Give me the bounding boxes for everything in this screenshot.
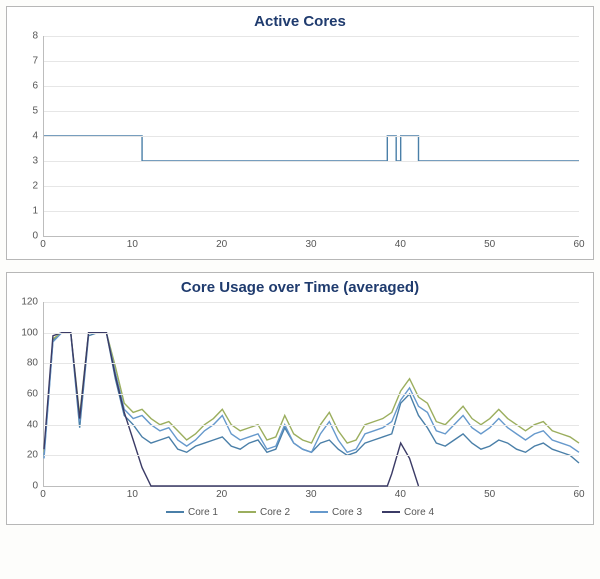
y-tick-label: 7: [32, 56, 44, 67]
chart-title: Core Usage over Time (averaged): [15, 279, 585, 296]
gridline: [44, 86, 579, 87]
plot-area-2: 020406080100120: [43, 302, 579, 487]
y-tick-label: 6: [32, 81, 44, 92]
x-tick-label: 30: [305, 489, 316, 500]
legend-swatch: [166, 511, 184, 513]
x-tick-label: 30: [305, 239, 316, 250]
gridline: [44, 136, 579, 137]
gridline: [44, 363, 579, 364]
legend-swatch: [382, 511, 400, 513]
x-tick-label: 20: [216, 239, 227, 250]
y-tick-label: 1: [32, 206, 44, 217]
y-tick-label: 60: [27, 389, 44, 400]
gridline: [44, 36, 579, 37]
series-line: [44, 333, 579, 453]
x-tick-label: 40: [395, 489, 406, 500]
gridline: [44, 211, 579, 212]
legend: Core 1 Core 2 Core 3 Core 4: [15, 507, 585, 518]
x-tick-label: 0: [40, 489, 46, 500]
series-line: [44, 136, 579, 161]
x-tick-label: 50: [484, 489, 495, 500]
gridline: [44, 302, 579, 303]
series-line: [44, 333, 419, 486]
y-tick-label: 4: [32, 131, 44, 142]
x-tick-label: 10: [127, 489, 138, 500]
y-tick-label: 3: [32, 156, 44, 167]
legend-item: Core 1: [166, 507, 218, 518]
x-tick-label: 50: [484, 239, 495, 250]
x-tick-label: 60: [573, 489, 584, 500]
gridline: [44, 61, 579, 62]
x-axis-1: 0102030405060: [43, 237, 579, 253]
chart-title: Active Cores: [15, 13, 585, 30]
x-tick-label: 60: [573, 239, 584, 250]
legend-item: Core 4: [382, 507, 434, 518]
y-tick-label: 2: [32, 181, 44, 192]
x-tick-label: 20: [216, 489, 227, 500]
active-cores-chart: Active Cores 012345678 0 10 20 30 40 50 60: [6, 6, 594, 260]
gridline: [44, 186, 579, 187]
legend-item: Core 2: [238, 507, 290, 518]
gridline: [44, 161, 579, 162]
y-tick-label: 40: [27, 419, 44, 430]
y-tick-label: 20: [27, 450, 44, 461]
x-axis-2: 0102030405060: [43, 487, 579, 503]
x-tick-label: 0: [40, 239, 46, 250]
gridline: [44, 111, 579, 112]
plot-area-1: 012345678: [43, 36, 579, 237]
gridline: [44, 425, 579, 426]
legend-swatch: [310, 511, 328, 513]
legend-swatch: [238, 511, 256, 513]
gridline: [44, 394, 579, 395]
legend-item: Core 3: [310, 507, 362, 518]
y-tick-label: 100: [21, 327, 44, 338]
core-usage-chart: Core Usage over Time (averaged) 02040608…: [6, 272, 594, 525]
x-tick-label: 10: [127, 239, 138, 250]
y-tick-label: 5: [32, 106, 44, 117]
y-tick-label: 8: [32, 31, 44, 42]
gridline: [44, 333, 579, 334]
y-tick-label: 80: [27, 358, 44, 369]
x-tick-label: 40: [395, 239, 406, 250]
gridline: [44, 455, 579, 456]
y-tick-label: 120: [21, 297, 44, 308]
